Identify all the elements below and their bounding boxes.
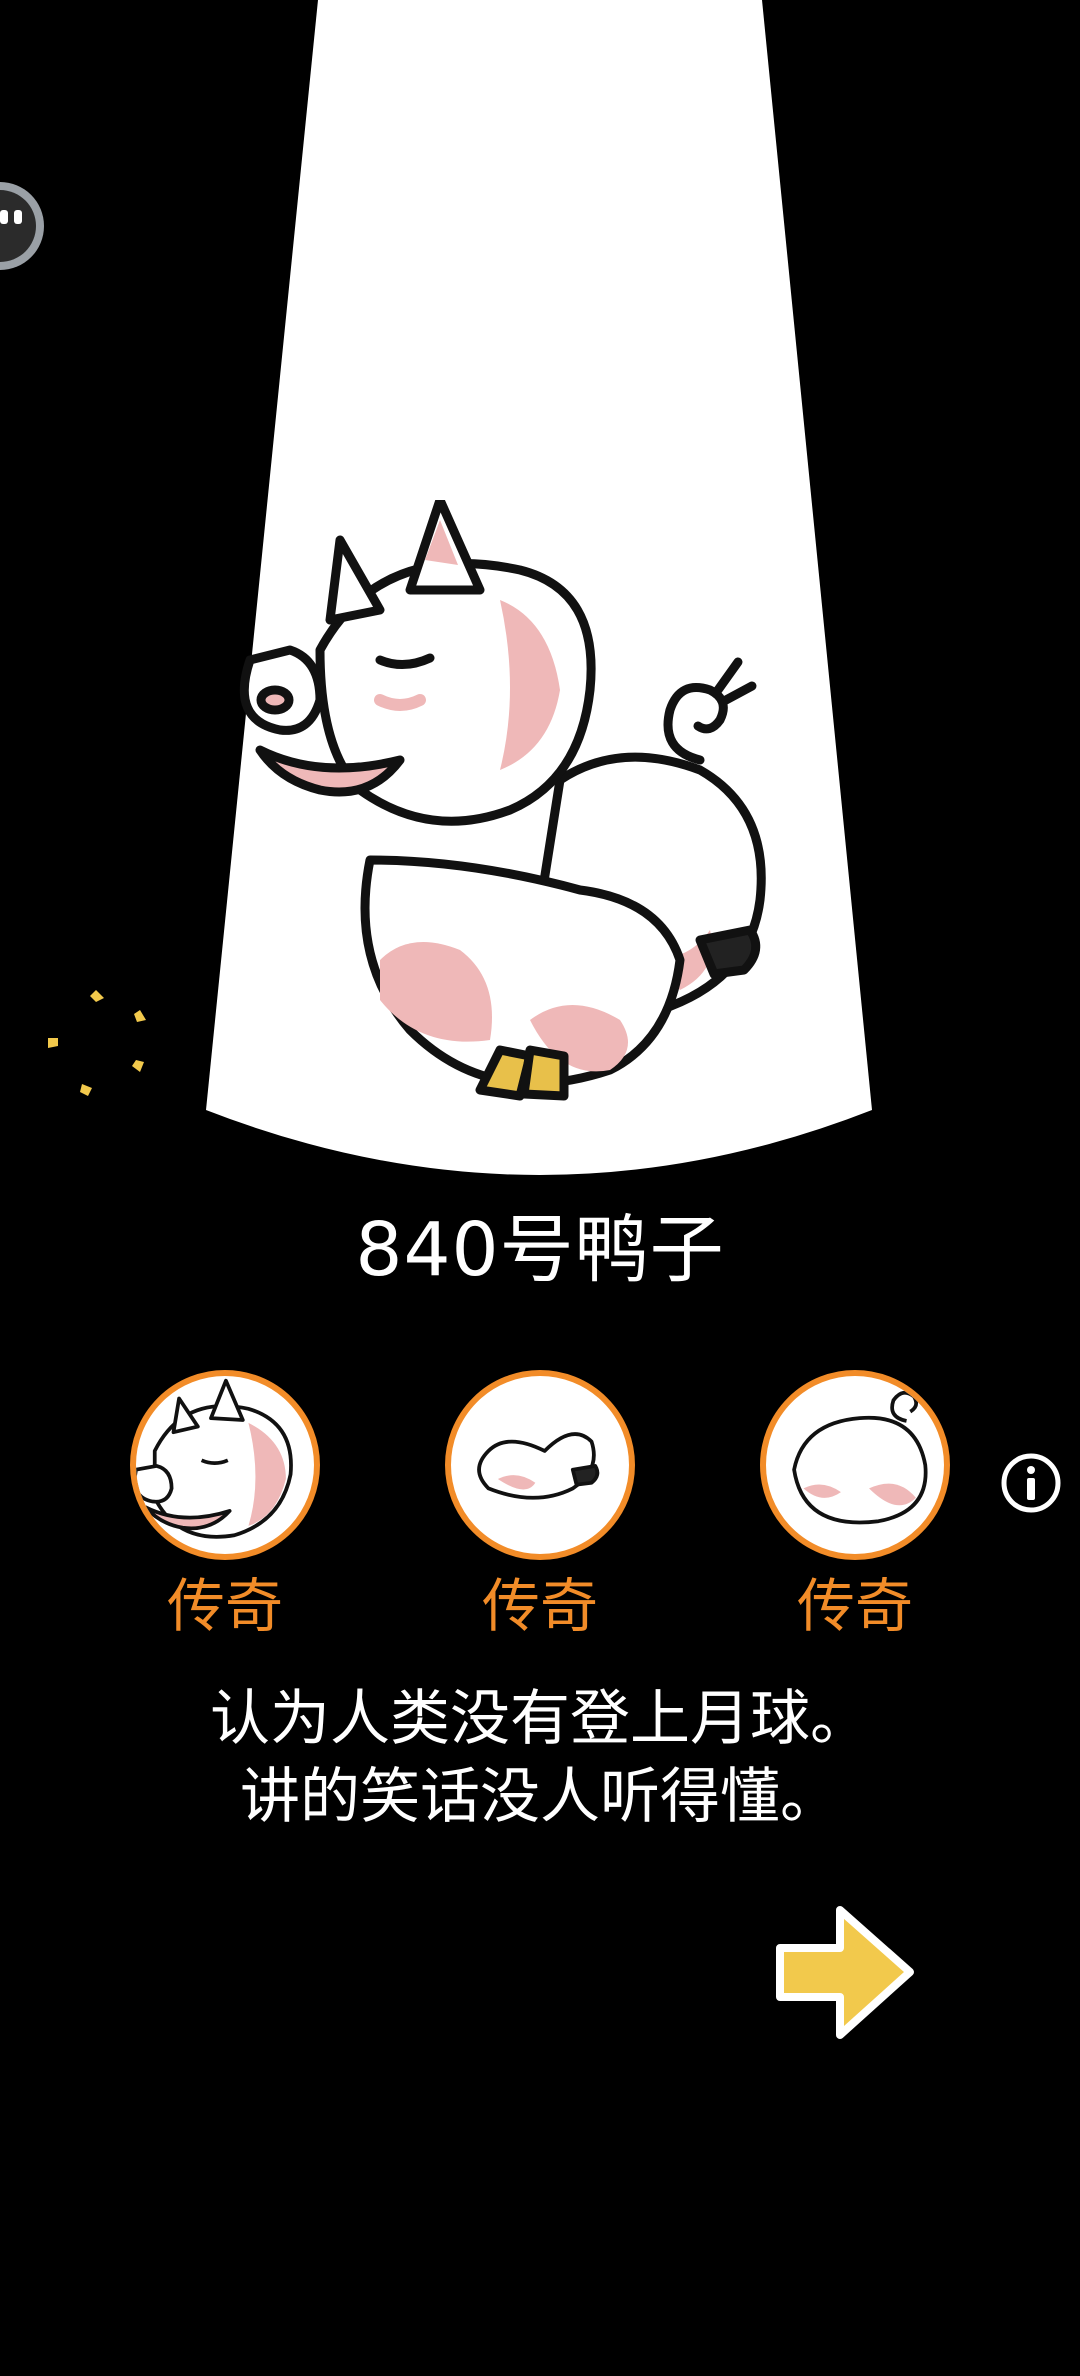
side-badge-icon[interactable] (0, 180, 48, 272)
description-line-1: 认为人类没有登上月球。 (210, 1684, 870, 1754)
creature-description: 认为人类没有登上月球。 讲的笑话没人听得懂。 (0, 1680, 1080, 1836)
part-rear-frame[interactable] (760, 1370, 950, 1560)
part-head-rarity: 传奇 (166, 1572, 283, 1640)
right-arrow-icon[interactable] (770, 1900, 920, 2045)
creature-name: 840号鸭子 (355, 1207, 725, 1293)
part-body-rarity: 传奇 (481, 1572, 598, 1640)
pig-head-icon (136, 1378, 293, 1539)
creature-illustration (239, 500, 766, 1101)
pig-rear-icon (792, 1390, 928, 1525)
description-line-2: 讲的笑话没人听得懂。 (240, 1762, 840, 1832)
creature-reveal-screen: 840号鸭子 传奇 传奇 传奇 认为人类没有登上月球。 讲的笑话没人听得懂。 (0, 0, 1080, 2376)
pig-body-icon (477, 1432, 600, 1500)
part-slot-rear[interactable]: 传奇 (755, 1370, 955, 1646)
info-icon[interactable] (1000, 1452, 1062, 1514)
part-body-frame[interactable] (445, 1370, 635, 1560)
part-rear-rarity: 传奇 (796, 1572, 913, 1640)
sparkle-icon (48, 990, 146, 1096)
part-slot-body[interactable]: 传奇 (440, 1370, 640, 1646)
part-head-frame[interactable] (130, 1370, 320, 1560)
part-slot-head[interactable]: 传奇 (125, 1370, 325, 1646)
